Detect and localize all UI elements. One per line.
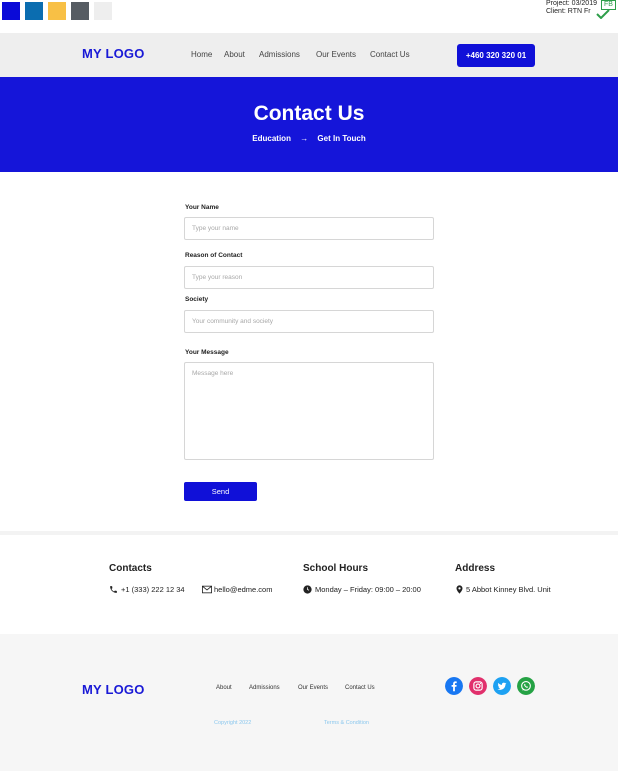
breadcrumb-get-in-touch: Get In Touch <box>317 134 366 143</box>
phone-number[interactable]: +1 (333) 222 12 34 <box>121 585 185 594</box>
name-label: Your Name <box>185 204 219 211</box>
nav-admissions[interactable]: Admissions <box>259 50 300 59</box>
breadcrumb-education[interactable]: Education <box>252 134 291 143</box>
project-line: Project: 03/2019 <box>546 0 597 7</box>
email-link[interactable]: hello@edme.com <box>214 585 272 594</box>
society-input[interactable] <box>184 310 434 333</box>
instagram-icon[interactable] <box>469 677 487 695</box>
arrow-right-icon: → <box>300 134 309 143</box>
reason-label: Reason of Contact <box>185 252 243 259</box>
page-title: Contact Us <box>253 102 365 125</box>
twitter-icon[interactable] <box>493 677 511 695</box>
school-hours: Monday – Friday: 09:00 – 20:00 <box>315 585 421 594</box>
clock-icon <box>303 585 312 594</box>
section-divider <box>0 531 618 535</box>
checkmark-icon <box>596 9 610 19</box>
header: MY LOGO Home About Admissions Our Events… <box>0 33 618 77</box>
nav-contact-us[interactable]: Contact Us <box>370 50 410 59</box>
footer-nav-contact-us[interactable]: Contact Us <box>345 685 375 691</box>
nav-about[interactable]: About <box>224 50 245 59</box>
color-swatch-gray <box>71 2 89 20</box>
client-line: Client: RTN Fr <box>546 8 591 15</box>
breadcrumb: Education → Get In Touch <box>0 134 618 143</box>
phone-button[interactable]: +460 320 320 01 <box>457 44 535 67</box>
footer: MY LOGO About Admissions Our Events Cont… <box>0 634 618 771</box>
copyright-text: Copyright 2022 <box>214 720 252 726</box>
send-button[interactable]: Send <box>184 482 257 501</box>
contacts-title: Contacts <box>109 563 152 574</box>
footer-nav-about[interactable]: About <box>216 685 232 691</box>
color-swatch-steel-blue <box>25 2 43 20</box>
school-hours-title: School Hours <box>303 563 369 574</box>
location-pin-icon <box>456 585 463 594</box>
nav-our-events[interactable]: Our Events <box>316 50 356 59</box>
whatsapp-icon[interactable] <box>517 677 535 695</box>
reason-input[interactable] <box>184 266 434 289</box>
logo[interactable]: MY LOGO <box>82 46 145 61</box>
name-input[interactable] <box>184 217 434 240</box>
footer-nav-admissions[interactable]: Admissions <box>249 685 280 691</box>
nav-home[interactable]: Home <box>191 50 212 59</box>
address-text: 5 Abbot Kinney Blvd. Unit <box>466 585 551 594</box>
terms-link[interactable]: Terms & Condition <box>324 720 369 726</box>
message-label: Your Message <box>185 349 229 356</box>
mail-icon <box>202 585 212 594</box>
footer-nav-our-events[interactable]: Our Events <box>298 685 328 691</box>
color-swatch-light <box>94 2 112 20</box>
phone-icon <box>110 586 117 593</box>
facebook-icon[interactable] <box>445 677 463 695</box>
hero-banner: Contact Us Education → Get In Touch <box>0 77 618 172</box>
society-label: Society <box>185 296 209 303</box>
color-swatch-yellow <box>48 2 66 20</box>
footer-logo[interactable]: MY LOGO <box>82 682 145 697</box>
message-textarea[interactable] <box>184 362 434 460</box>
project-note: Project: 03/2019 Client: RTN Fr <box>546 0 597 16</box>
address-title: Address <box>455 563 496 574</box>
color-swatch-blue <box>2 2 20 20</box>
